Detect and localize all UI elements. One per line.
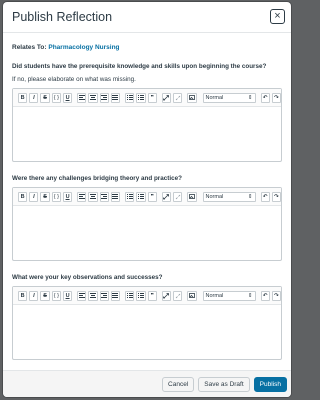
bold-icon[interactable]: B: [18, 290, 28, 301]
align-center-icon[interactable]: [88, 290, 98, 301]
format-select[interactable]: Normal ⇕: [202, 191, 256, 202]
dialog-body: Relates To: Pharmacology Nursing Did stu…: [3, 33, 291, 360]
strikethrough-icon[interactable]: S: [40, 290, 50, 301]
editor-2-content[interactable]: [13, 206, 281, 262]
align-left-icon[interactable]: [77, 92, 87, 103]
underline-icon[interactable]: U: [62, 191, 73, 202]
align-justify-icon[interactable]: [110, 191, 121, 202]
editor-3-content[interactable]: [13, 305, 281, 361]
format-select-value: Normal: [205, 193, 224, 200]
link-icon[interactable]: [161, 92, 172, 103]
undo-icon[interactable]: ↶: [260, 92, 270, 103]
publish-reflection-dialog: Publish Reflection × Relates To: Pharmac…: [3, 2, 291, 397]
numbered-list-icon[interactable]: [136, 191, 146, 202]
question-1: Did students have the prerequisite knowl…: [12, 63, 267, 70]
format-select-value: Normal: [205, 292, 224, 299]
bulleted-list-icon[interactable]: [125, 191, 135, 202]
unlink-icon[interactable]: [173, 92, 183, 103]
italic-icon[interactable]: I: [29, 290, 39, 301]
question-1-hint: If no, please elaborate on what was miss…: [12, 76, 136, 83]
chevron-updown-icon: ⇕: [247, 193, 253, 200]
dialog-title: Publish Reflection: [12, 10, 113, 24]
close-button[interactable]: ×: [270, 9, 285, 24]
quote-icon[interactable]: ❞: [147, 191, 157, 202]
align-left-icon[interactable]: [77, 290, 87, 301]
align-center-icon[interactable]: [88, 92, 98, 103]
underline-icon[interactable]: U: [62, 290, 73, 301]
bold-icon[interactable]: B: [18, 92, 28, 103]
chevron-updown-icon: ⇕: [247, 292, 253, 299]
strikethrough-icon[interactable]: S: [40, 191, 50, 202]
editor-2[interactable]: B I S { } U ❞ Normal ⇕ ↶ ↷: [12, 187, 282, 261]
align-left-icon[interactable]: [77, 191, 87, 202]
quote-icon[interactable]: ❞: [147, 290, 157, 301]
dialog-header: Publish Reflection ×: [3, 2, 291, 33]
save-draft-button[interactable]: Save as Draft: [198, 376, 250, 392]
numbered-list-icon[interactable]: [136, 290, 146, 301]
redo-icon[interactable]: ↷: [271, 92, 281, 103]
image-icon[interactable]: [187, 92, 197, 103]
align-justify-icon[interactable]: [110, 290, 121, 301]
link-icon[interactable]: [161, 191, 172, 202]
quote-icon[interactable]: ❞: [147, 92, 157, 103]
redo-icon[interactable]: ↷: [271, 191, 281, 202]
italic-icon[interactable]: I: [29, 92, 39, 103]
editor-toolbar: B I S { } U ❞ Normal ⇕ ↶ ↷: [13, 188, 281, 206]
format-select[interactable]: Normal ⇕: [202, 92, 256, 103]
redo-icon[interactable]: ↷: [271, 290, 281, 301]
cancel-button[interactable]: Cancel: [162, 376, 195, 392]
underline-icon[interactable]: U: [62, 92, 73, 103]
editor-1-content[interactable]: [13, 107, 281, 163]
unlink-icon[interactable]: [173, 290, 183, 301]
image-icon[interactable]: [187, 191, 197, 202]
bulleted-list-icon[interactable]: [125, 290, 135, 301]
editor-3[interactable]: B I S { } U ❞ Normal ⇕ ↶ ↷: [12, 286, 282, 360]
bold-icon[interactable]: B: [18, 191, 28, 202]
align-justify-icon[interactable]: [110, 92, 121, 103]
bulleted-list-icon[interactable]: [125, 92, 135, 103]
undo-icon[interactable]: ↶: [260, 290, 270, 301]
question-2: Were there any challenges bridging theor…: [12, 175, 182, 182]
undo-icon[interactable]: ↶: [260, 191, 270, 202]
align-right-icon[interactable]: [99, 290, 109, 301]
code-icon[interactable]: { }: [51, 92, 61, 103]
link-icon[interactable]: [161, 290, 172, 301]
format-select-value: Normal: [205, 94, 224, 101]
relates-to-link[interactable]: Pharmacology Nursing: [48, 44, 119, 51]
dialog-footer: Cancel Save as Draft Publish: [3, 370, 291, 397]
code-icon[interactable]: { }: [51, 290, 61, 301]
publish-button[interactable]: Publish: [253, 376, 287, 392]
unlink-icon[interactable]: [173, 191, 183, 202]
italic-icon[interactable]: I: [29, 191, 39, 202]
image-icon[interactable]: [187, 290, 197, 301]
align-center-icon[interactable]: [88, 191, 98, 202]
question-3: What were your key observations and succ…: [12, 274, 163, 281]
numbered-list-icon[interactable]: [136, 92, 146, 103]
align-right-icon[interactable]: [99, 92, 109, 103]
editor-toolbar: B I S { } U ❞ Normal ⇕ ↶ ↷: [13, 287, 281, 305]
relates-to: Relates To: Pharmacology Nursing: [12, 44, 282, 51]
align-right-icon[interactable]: [99, 191, 109, 202]
editor-toolbar: B I S { } U ❞ Normal ⇕ ↶ ↷: [13, 89, 281, 107]
editor-1[interactable]: B I S { } U ❞ Normal ⇕ ↶ ↷: [12, 88, 282, 162]
relates-to-label: Relates To:: [12, 44, 47, 51]
code-icon[interactable]: { }: [51, 191, 61, 202]
format-select[interactable]: Normal ⇕: [202, 290, 256, 301]
strikethrough-icon[interactable]: S: [40, 92, 50, 103]
chevron-updown-icon: ⇕: [247, 94, 253, 101]
